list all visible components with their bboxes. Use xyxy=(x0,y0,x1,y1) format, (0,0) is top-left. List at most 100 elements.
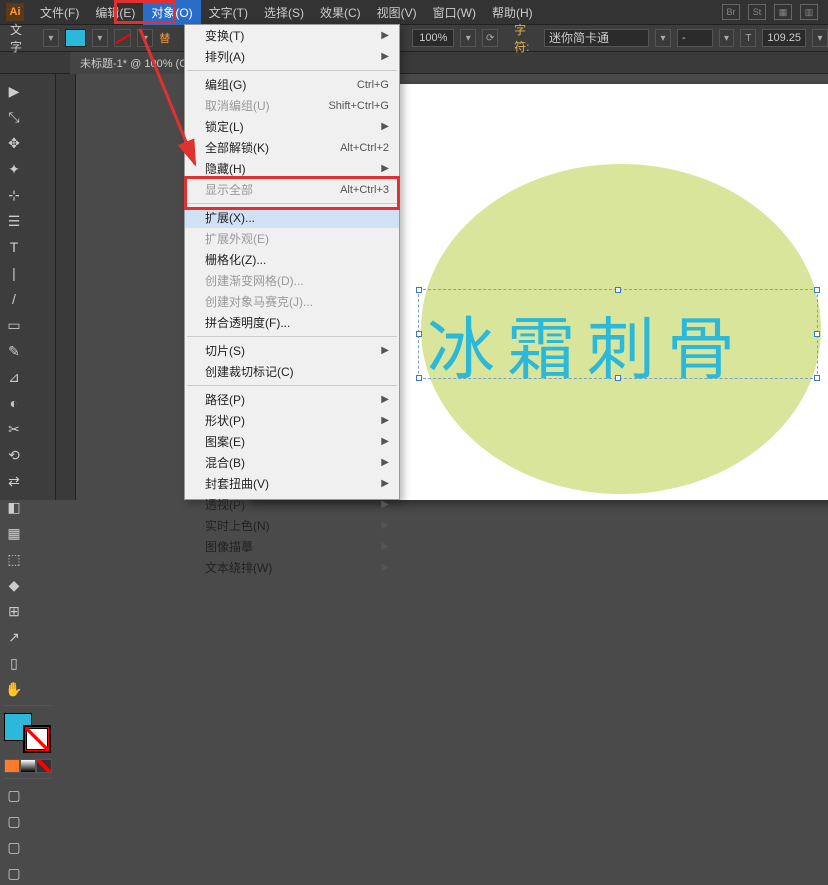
tool-panel: ▶⤡✥✦⊹☰T|/▭✎⊿◐✂⟲⇄◧▦⬚◆⊞↗▯✋▢▢▢▢ xyxy=(0,74,56,500)
screen-mode-icon[interactable]: ▢ xyxy=(2,861,26,885)
workspace-icon[interactable]: Br xyxy=(722,4,740,20)
font-family-select[interactable]: 迷你简卡通 xyxy=(544,29,649,47)
document-tabbar: 未标题-1* @ 100% (C xyxy=(0,52,828,74)
menu-file[interactable]: 文件(F) xyxy=(32,0,87,25)
color-mode-buttons[interactable] xyxy=(4,759,52,773)
menu-view[interactable]: 视图(V) xyxy=(369,0,425,25)
menu-item[interactable]: 排列(A)▶ xyxy=(185,46,399,67)
dropdown-icon[interactable]: ▾ xyxy=(812,29,828,47)
stock-icon[interactable]: St xyxy=(748,4,766,20)
screen-mode-icon[interactable]: ▢ xyxy=(2,835,26,859)
menu-item[interactable]: 创建裁切标记(C) xyxy=(185,361,399,382)
tool-mode-label: 文字 xyxy=(10,21,31,55)
screen-mode-icon[interactable]: ▢ xyxy=(2,783,26,807)
dropdown-icon[interactable]: ▾ xyxy=(137,29,153,47)
arc-tool[interactable]: / xyxy=(2,287,26,311)
menu-object[interactable]: 对象(O) xyxy=(143,0,200,25)
blend-tool[interactable]: ✋ xyxy=(2,677,26,701)
menu-item[interactable]: 全部解锁(K)Alt+Ctrl+2 xyxy=(185,137,399,158)
lasso-tool[interactable]: ✦ xyxy=(2,157,26,181)
menu-window[interactable]: 窗口(W) xyxy=(425,0,484,25)
resize-handle[interactable] xyxy=(416,375,422,381)
menu-item[interactable]: 栅格化(Z)... xyxy=(185,249,399,270)
gradient-tool[interactable]: ↗ xyxy=(2,625,26,649)
refresh-icon[interactable]: ⟳ xyxy=(482,29,498,47)
menu-item[interactable]: 图像描摹▶ xyxy=(185,536,399,557)
resize-handle[interactable] xyxy=(814,375,820,381)
perspective-tool[interactable]: ◆ xyxy=(2,573,26,597)
width-tool[interactable]: ◧ xyxy=(2,495,26,519)
selection-tool[interactable]: ▶ xyxy=(2,79,26,103)
dropdown-icon[interactable]: ▾ xyxy=(655,29,671,47)
no-stroke-icon[interactable] xyxy=(114,29,132,47)
menu-item[interactable]: 扩展(X)... xyxy=(185,207,399,228)
menubar-right-icons: Br St ▦ ▥ xyxy=(722,4,828,20)
resize-handle[interactable] xyxy=(615,287,621,293)
menu-item: 取消编组(U)Shift+Ctrl+G xyxy=(185,95,399,116)
canvas-gutter xyxy=(56,74,76,500)
menu-item[interactable]: 混合(B)▶ xyxy=(185,452,399,473)
menu-item[interactable]: 变换(T)▶ xyxy=(185,25,399,46)
direct-select-tool[interactable]: ⤡ xyxy=(2,105,26,129)
resize-handle[interactable] xyxy=(416,331,422,337)
replace-label: 替 xyxy=(159,30,170,46)
shape-builder-tool[interactable]: ⬚ xyxy=(2,547,26,571)
resize-handle[interactable] xyxy=(814,287,820,293)
free-transform-tool[interactable]: ▦ xyxy=(2,521,26,545)
magic-wand-tool[interactable]: ✥ xyxy=(2,131,26,155)
zoom-input[interactable]: 100% xyxy=(412,29,454,47)
menu-item[interactable]: 编组(G)Ctrl+G xyxy=(185,74,399,95)
menu-item[interactable]: 锁定(L)▶ xyxy=(185,116,399,137)
text-selection-box[interactable]: 冰霜刺骨 xyxy=(418,289,818,379)
fill-color-swatch[interactable] xyxy=(65,29,86,47)
eraser-tool[interactable]: ◐ xyxy=(2,391,26,415)
character-label: 字符: xyxy=(514,21,538,55)
font-style-select[interactable]: - xyxy=(677,29,713,47)
menu-item[interactable]: 隐藏(H)▶ xyxy=(185,158,399,179)
scissors-tool[interactable]: ✂ xyxy=(2,417,26,441)
mesh-tool[interactable]: ⊞ xyxy=(2,599,26,623)
document-tab[interactable]: 未标题-1* @ 100% (C xyxy=(70,52,197,74)
rotate-tool[interactable]: ⟲ xyxy=(2,443,26,467)
menu-item[interactable]: 封套扭曲(V)▶ xyxy=(185,473,399,494)
menubar: Ai 文件(F) 编辑(E) 对象(O) 文字(T) 选择(S) 效果(C) 视… xyxy=(0,0,828,24)
menu-item[interactable]: 路径(P)▶ xyxy=(185,389,399,410)
layout-icon[interactable]: ▥ xyxy=(800,4,818,20)
menu-item[interactable]: 图案(E)▶ xyxy=(185,431,399,452)
font-size-icon: T xyxy=(740,29,756,47)
menu-effect[interactable]: 效果(C) xyxy=(312,0,369,25)
brush-tool[interactable]: ✎ xyxy=(2,339,26,363)
canvas-area: 冰霜刺骨 xyxy=(56,74,828,500)
resize-handle[interactable] xyxy=(814,331,820,337)
resize-handle[interactable] xyxy=(615,375,621,381)
menu-item[interactable]: 拼合透明度(F)... xyxy=(185,312,399,333)
dropdown-icon[interactable]: ▾ xyxy=(92,29,108,47)
menu-select[interactable]: 选择(S) xyxy=(256,0,312,25)
control-toolbar: 文字 ▾ ▾ ▾ 替 100% ▾ ⟳ 字符: 迷你简卡通 ▾ - ▾ T 10… xyxy=(0,24,828,52)
menu-item[interactable]: 形状(P)▶ xyxy=(185,410,399,431)
dropdown-icon[interactable]: ▾ xyxy=(460,29,476,47)
menu-item[interactable]: 透视(P)▶ xyxy=(185,494,399,515)
resize-handle[interactable] xyxy=(416,287,422,293)
fill-stroke-swatch[interactable] xyxy=(4,713,51,753)
menu-edit[interactable]: 编辑(E) xyxy=(87,0,143,25)
menu-item[interactable]: 实时上色(N)▶ xyxy=(185,515,399,536)
shaper-tool[interactable]: ⊿ xyxy=(2,365,26,389)
dropdown-icon[interactable]: ▾ xyxy=(719,29,735,47)
rectangle-tool[interactable]: ▭ xyxy=(2,313,26,337)
eyedropper-tool[interactable]: ▯ xyxy=(2,651,26,675)
arrange-icon[interactable]: ▦ xyxy=(774,4,792,20)
line-tool[interactable]: | xyxy=(2,261,26,285)
menu-item[interactable]: 切片(S)▶ xyxy=(185,340,399,361)
font-size-input[interactable]: 109.25 xyxy=(762,29,806,47)
type-tool[interactable]: T xyxy=(2,235,26,259)
curvature-tool[interactable]: ☰ xyxy=(2,209,26,233)
pen-tool[interactable]: ⊹ xyxy=(2,183,26,207)
menu-item: 显示全部Alt+Ctrl+3 xyxy=(185,179,399,200)
scale-tool[interactable]: ⇄ xyxy=(2,469,26,493)
object-menu-dropdown: 变换(T)▶排列(A)▶ 编组(G)Ctrl+G取消编组(U)Shift+Ctrl… xyxy=(184,24,400,500)
menu-item[interactable]: 文本绕排(W)▶ xyxy=(185,557,399,578)
dropdown-icon[interactable]: ▾ xyxy=(43,29,59,47)
menu-text[interactable]: 文字(T) xyxy=(201,0,256,25)
screen-mode-icon[interactable]: ▢ xyxy=(2,809,26,833)
